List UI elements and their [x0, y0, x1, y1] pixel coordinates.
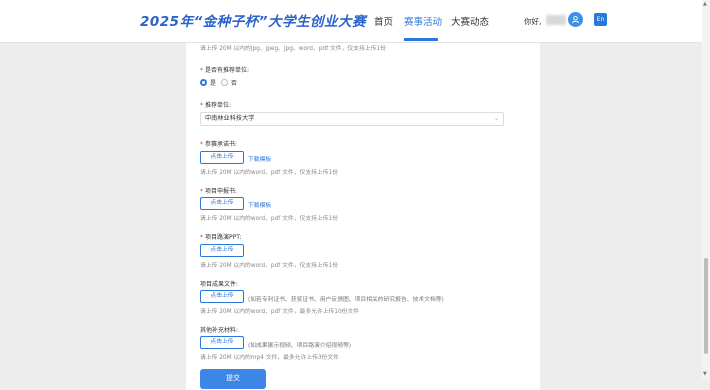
results-hint: 请上传 20M 以内的word、pdf 文件，最多允许上传10份文件 — [200, 309, 360, 315]
other-materials-label: 其他补充材料: — [200, 327, 239, 334]
advisor-unit-label: * 推荐单位: — [200, 102, 232, 109]
submit-button[interactable]: 提交 — [200, 369, 266, 389]
required-mark: * — [200, 102, 203, 109]
top-navbar: 2025年“金种子杯”大学生创业大赛 首页 赛事活动 大赛动态 你好, En — [0, 0, 702, 43]
scroll-up-icon[interactable]: ▲ — [703, 1, 707, 7]
required-mark: * — [200, 188, 203, 195]
recommend-no-option[interactable]: 否 — [221, 78, 237, 87]
user-avatar[interactable] — [568, 12, 583, 27]
required-mark: * — [200, 141, 203, 148]
nav-active-indicator — [404, 38, 438, 41]
blurred-username — [546, 15, 566, 25]
commitment-hint: 请上传 20M 以内的word、pdf 文件，仅支持上传1份 — [200, 170, 338, 176]
nav-home[interactable]: 首页 — [374, 14, 393, 28]
scrollbar-thumb[interactable] — [704, 258, 708, 354]
other-hint: 请上传 20M 以内的mp4 文件，最多允许上传3份文件 — [200, 355, 339, 361]
application-hint: 请上传 20M 以内的word、pdf 文件，仅支持上传1份 — [200, 216, 338, 222]
ppt-hint: 请上传 20M 以内的word、pdf 文件，仅支持上传1份 — [200, 263, 338, 269]
user-icon — [571, 15, 580, 24]
results-label: 项目成果文件: — [200, 281, 239, 288]
recommend-yes-option[interactable]: 是 — [200, 78, 216, 87]
commitment-download-link[interactable]: 下载模板 — [248, 154, 271, 163]
language-toggle-button[interactable]: En — [594, 13, 607, 26]
required-mark: * — [200, 234, 203, 241]
recommend-label: * 是否有推荐单位: — [200, 67, 250, 74]
vertical-scrollbar[interactable]: ▲ ▼ — [702, 0, 710, 379]
scroll-down-icon[interactable]: ▼ — [703, 371, 707, 377]
commitment-label: * 参赛承诺书: — [200, 141, 238, 148]
nav-events[interactable]: 赛事活动 — [404, 14, 442, 28]
application-download-link[interactable]: 下载模板 — [248, 200, 271, 209]
commitment-upload-button[interactable]: 点击上传 — [200, 151, 244, 164]
radio-no[interactable] — [221, 79, 228, 86]
ppt-upload-button[interactable]: 点击上传 — [200, 244, 244, 257]
nav-news[interactable]: 大赛动态 — [451, 14, 489, 28]
application-label: * 项目申报书: — [200, 188, 238, 195]
other-description: (如成果展示视频、项目路演介绍视频等) — [248, 343, 352, 349]
radio-yes[interactable] — [200, 79, 207, 86]
greeting-text: 你好, — [524, 17, 542, 26]
other-upload-button[interactable]: 点击上传 — [200, 336, 244, 349]
application-upload-button[interactable]: 点击上传 — [200, 197, 244, 210]
chevron-down-icon: ⌄ — [493, 115, 499, 122]
results-description: (如若专利证书、获奖证书、用户反馈图、项目相关的研究报告、技术文档等) — [248, 297, 444, 303]
advisor-unit-select[interactable]: 中南林业科技大学 ⌄ — [200, 112, 504, 126]
ppt-label: * 项目路演PPT: — [200, 234, 242, 241]
brand-title[interactable]: 2025年“金种子杯”大学生创业大赛 — [140, 10, 366, 30]
required-mark: * — [200, 67, 203, 74]
application-form-card: 请上传 20M 以内的jpg、jpeg、jpg、word、pdf 文件，仅支持上… — [186, 30, 540, 390]
top-upload-hint: 请上传 20M 以内的jpg、jpeg、jpg、word、pdf 文件，仅支持上… — [200, 46, 386, 52]
results-upload-button[interactable]: 点击上传 — [200, 290, 244, 303]
